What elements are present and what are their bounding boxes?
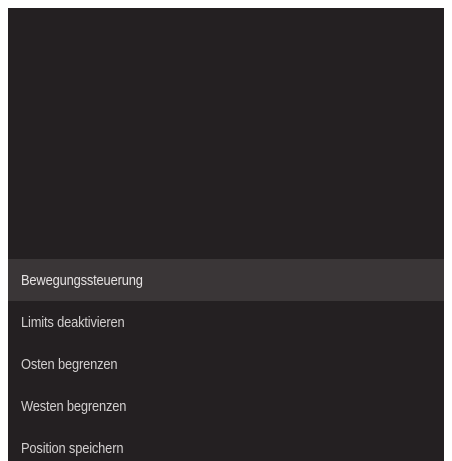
menu-item-westen-begrenzen[interactable]: Westen begrenzen [8,385,444,427]
menu-item-label: Westen begrenzen [21,397,127,415]
menu-item-label: Bewegungssteuerung [21,271,143,289]
tv-menu-screen: Bewegungssteuerung Limits deaktivieren O… [8,8,444,461]
menu-item-limits-deaktivieren[interactable]: Limits deaktivieren [8,301,444,343]
menu-item-label: Limits deaktivieren [21,313,125,331]
menu-item-position-speichern[interactable]: Position speichern [8,427,444,461]
menu-item-bewegungssteuerung[interactable]: Bewegungssteuerung [8,259,444,301]
motor-settings-menu: Bewegungssteuerung Limits deaktivieren O… [8,259,444,461]
menu-item-osten-begrenzen[interactable]: Osten begrenzen [8,343,444,385]
menu-item-label: Osten begrenzen [21,355,118,373]
menu-item-label: Position speichern [21,439,124,457]
